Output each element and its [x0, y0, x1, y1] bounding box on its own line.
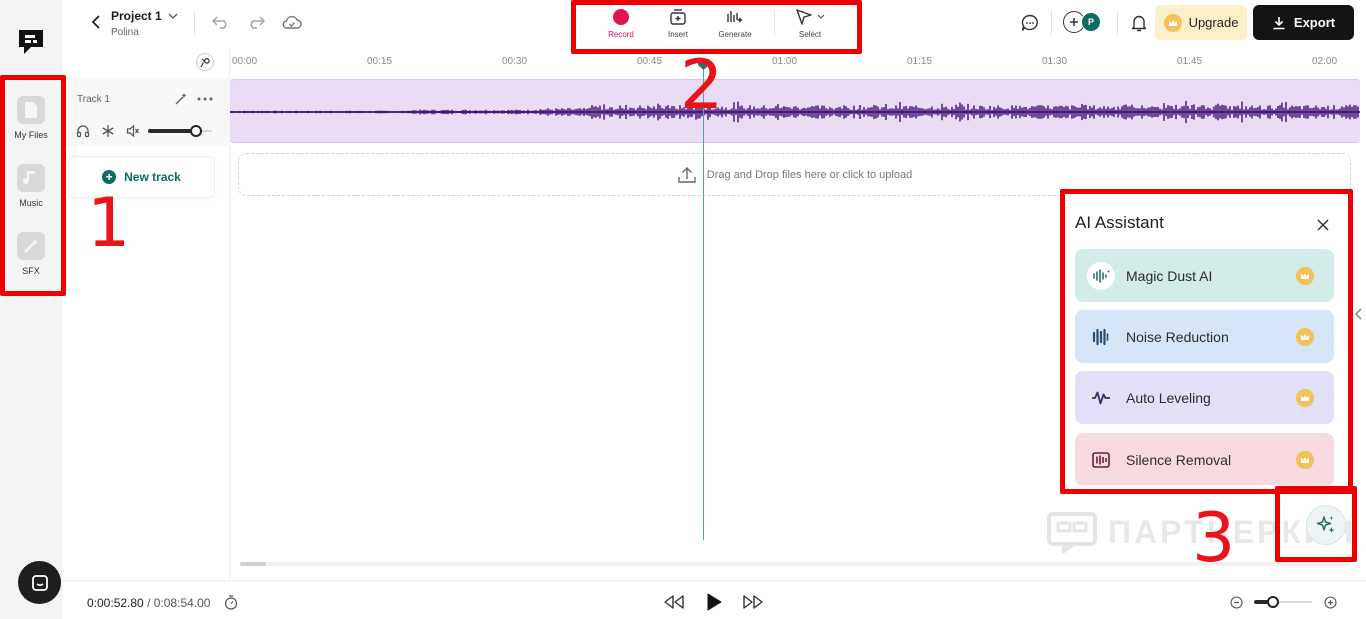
support-chat-button[interactable] [18, 561, 61, 604]
zoom-out-button[interactable] [1229, 595, 1243, 609]
fast-forward-icon [743, 595, 763, 609]
playhead[interactable] [703, 60, 704, 540]
track-name: Track 1 [77, 94, 110, 105]
track-effects-button[interactable] [172, 90, 190, 108]
avatar[interactable]: P [1081, 12, 1101, 32]
project-owner: Polina [111, 27, 139, 38]
horizontal-scrollbar[interactable] [240, 562, 1350, 566]
divider [1051, 11, 1052, 35]
volume-fill [148, 129, 196, 133]
annotation-number-1: 1 [87, 184, 131, 263]
annotation-box-3b [1275, 486, 1357, 562]
cloud-sync-button[interactable] [279, 9, 305, 35]
annotation-number-3: 3 [1192, 499, 1236, 578]
snap-toggle-button[interactable] [196, 53, 214, 71]
annotation-box-3a [1060, 189, 1353, 494]
panel-collapse-button[interactable] [1352, 305, 1364, 323]
magic-wand-icon [175, 93, 187, 105]
mute-button[interactable] [125, 123, 141, 139]
solo-button[interactable] [75, 123, 91, 139]
magnet-icon [200, 57, 210, 67]
ruler-tick-label: 01:15 [907, 56, 933, 67]
app-window: My Files Music SFX Project 1 Polina Reco… [0, 0, 1366, 619]
zoom-knob[interactable] [1266, 596, 1279, 608]
waveform [230, 100, 1360, 124]
transport-bar: 0:00:52.80 / 0:08:54.00 [62, 580, 1366, 619]
zoom-in-button[interactable] [1323, 595, 1337, 609]
rewind-icon [664, 595, 684, 609]
project-name: Project 1 [111, 9, 162, 23]
upload-icon [678, 166, 696, 183]
back-button[interactable] [86, 12, 106, 32]
plus-icon [1070, 18, 1078, 26]
stopwatch-icon [224, 594, 238, 610]
ruler-tick-label: 00:15 [367, 56, 393, 67]
time-readout: 0:00:52.80 / 0:08:54.00 [87, 596, 210, 610]
annotation-number-2: 2 [680, 46, 724, 125]
cloud-check-icon [282, 15, 302, 29]
ruler-tick-label: 01:45 [1177, 56, 1203, 67]
chevron-left-icon [91, 15, 100, 29]
current-time: 0:00:52.80 [87, 596, 144, 610]
track-volume-slider[interactable] [148, 123, 212, 139]
plus-icon: + [102, 170, 117, 184]
chat-icon [31, 574, 48, 591]
chevron-down-icon [168, 13, 178, 19]
comment-icon [1021, 14, 1038, 31]
ruler-tick-label: 02:00 [1312, 56, 1338, 67]
ruler-tick-label: 00:30 [502, 56, 528, 67]
redo-button[interactable] [243, 9, 269, 35]
track-more-button[interactable] [196, 90, 214, 108]
time-separator: / [147, 596, 151, 610]
track-headers: Track 1 + New track [62, 50, 230, 580]
upgrade-label: Upgrade [1188, 15, 1239, 30]
audio-clip[interactable] [230, 79, 1360, 143]
chevron-left-icon [1354, 308, 1361, 320]
ruler-tick-label: 01:30 [1042, 56, 1068, 67]
upload-hint: Drag and Drop files here or click to upl… [706, 168, 913, 181]
undo-button[interactable] [208, 9, 234, 35]
zoom-slider[interactable] [1254, 595, 1312, 609]
watermark-logo-icon [1047, 512, 1097, 553]
download-icon [1273, 16, 1285, 29]
total-time: 0:08:54.00 [153, 596, 211, 610]
export-label: Export [1293, 15, 1336, 30]
speaker-icon [126, 124, 139, 138]
upgrade-button[interactable]: Upgrade [1155, 5, 1247, 40]
redo-icon [250, 16, 265, 29]
zoom-in-icon [1323, 595, 1337, 609]
timecode-format-button[interactable] [223, 594, 239, 610]
bell-icon [1131, 15, 1147, 32]
app-logo-icon[interactable] [16, 27, 46, 57]
rewind-button[interactable] [662, 591, 686, 613]
project-name-dropdown[interactable]: Project 1 [111, 9, 178, 23]
comments-button[interactable] [1017, 10, 1043, 36]
crown-icon [1163, 13, 1182, 32]
snowflake-icon [102, 125, 114, 137]
play-button[interactable] [702, 591, 726, 613]
new-track-label: New track [124, 170, 181, 184]
undo-icon [212, 16, 227, 29]
scrollbar-thumb[interactable] [240, 562, 266, 566]
ruler-tick-label: 00:00 [232, 56, 258, 67]
notifications-button[interactable] [1126, 10, 1152, 36]
volume-knob[interactable] [190, 125, 202, 137]
headphones-icon [76, 125, 90, 138]
more-horizontal-icon [197, 97, 213, 101]
divider [194, 11, 195, 35]
divider [1117, 11, 1118, 35]
play-icon [707, 593, 722, 611]
collaborators: P [1063, 11, 1101, 33]
annotation-box-1 [0, 75, 66, 296]
export-button[interactable]: Export [1253, 5, 1354, 40]
zoom-out-icon [1229, 595, 1243, 609]
fast-forward-button[interactable] [741, 591, 765, 613]
track-header[interactable]: Track 1 [62, 78, 230, 146]
ruler-tick-label: 01:00 [772, 56, 798, 67]
ruler-tick-label: 00:45 [637, 56, 663, 67]
freeze-button[interactable] [100, 123, 116, 139]
